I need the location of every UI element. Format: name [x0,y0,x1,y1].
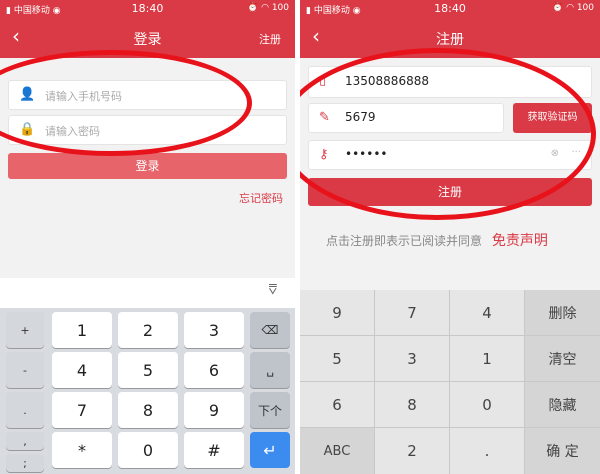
key-2[interactable]: 2 [118,312,178,348]
key-7[interactable]: 7 [52,392,112,428]
numeric-keyboard: ⩢ + - . , ; 1 2 3 4 5 6 7 8 9 * 0 # ⌫ ␣ … [0,278,295,474]
page-title: 登录 [133,32,162,48]
key-dot[interactable]: . [450,428,524,474]
wifi-icon: ◠ [566,3,574,13]
battery-icon: 100 [271,3,289,13]
key-9[interactable]: 9 [300,290,374,335]
key-6[interactable]: 6 [300,382,374,427]
forgot-password-link[interactable]: 忘记密码 [239,190,283,206]
numeric-keyboard: 9 7 4 删除 5 3 1 清空 6 8 0 隐藏 ABC 2 . 确 定 [300,290,600,474]
enter-icon[interactable]: ↵ [250,432,290,468]
register-link[interactable]: 注册 [259,31,281,47]
key-1[interactable]: 1 [52,312,112,348]
chevron-down-icon[interactable]: ⩢ [268,282,277,298]
key-7[interactable]: 7 [375,290,449,335]
key-semicolon[interactable]: ; [6,454,44,472]
status-bar: ▮ 中国移动 ◉ 18:40 ⏰ ◠ 100 [300,0,600,18]
key-5[interactable]: 5 [118,352,178,388]
key-comma[interactable]: , [6,432,44,450]
status-bar: ▮ 中国移动 ◉ 18:40 ⏰ ◠ 100 [0,0,295,18]
login-button[interactable]: 登录 [8,153,287,179]
key-8[interactable]: 8 [375,382,449,427]
clear-key[interactable]: 清空 [525,336,600,381]
confirm-key[interactable]: 确 定 [525,428,600,474]
disclaimer-link[interactable]: 免责声明 [492,233,548,249]
wifi-icon: ◠ [261,3,269,13]
hide-key[interactable]: 隐藏 [525,382,600,427]
key-4[interactable]: 4 [52,352,112,388]
delete-key[interactable]: 删除 [525,290,600,335]
keyboard-body: + - . , ; 1 2 3 4 5 6 7 8 9 * 0 # ⌫ ␣ 下个… [0,308,295,474]
agreement-row: 点击注册即表示已阅读并同意 免责声明 [326,230,548,250]
key-2[interactable]: 2 [375,428,449,474]
key-0[interactable]: 0 [118,432,178,468]
key-0[interactable]: 0 [450,382,524,427]
backspace-icon[interactable]: ⌫ [250,312,290,348]
key-3[interactable]: 3 [184,312,244,348]
key-3[interactable]: 3 [375,336,449,381]
key-5[interactable]: 5 [300,336,374,381]
space-key[interactable]: ␣ [250,352,290,388]
key-1[interactable]: 1 [450,336,524,381]
page-title: 注册 [436,32,464,48]
key-4[interactable]: 4 [450,290,524,335]
login-screen: ▮ 中国移动 ◉ 18:40 ⏰ ◠ 100 ‹ 登录 注册 👤 请输入手机号码… [0,0,295,474]
key-6[interactable]: 6 [184,352,244,388]
agreement-text: 点击注册即表示已阅读并同意 [326,234,483,248]
register-screen: ▮ 中国移动 ◉ 18:40 ⏰ ◠ 100 ‹ 注册 ▯ 1350888688… [300,0,600,474]
key-dot[interactable]: . [6,392,44,428]
key-hash[interactable]: # [184,432,244,468]
key-star[interactable]: * [52,432,112,468]
abc-key[interactable]: ABC [300,428,374,474]
alarm-icon: ⏰ [246,3,259,13]
key-8[interactable]: 8 [118,392,178,428]
next-key[interactable]: 下个 [250,392,290,428]
alarm-icon: ⏰ [551,3,564,13]
battery-icon: 100 [576,3,594,13]
key-minus[interactable]: - [6,352,44,388]
key-plus[interactable]: + [6,312,44,348]
key-9[interactable]: 9 [184,392,244,428]
